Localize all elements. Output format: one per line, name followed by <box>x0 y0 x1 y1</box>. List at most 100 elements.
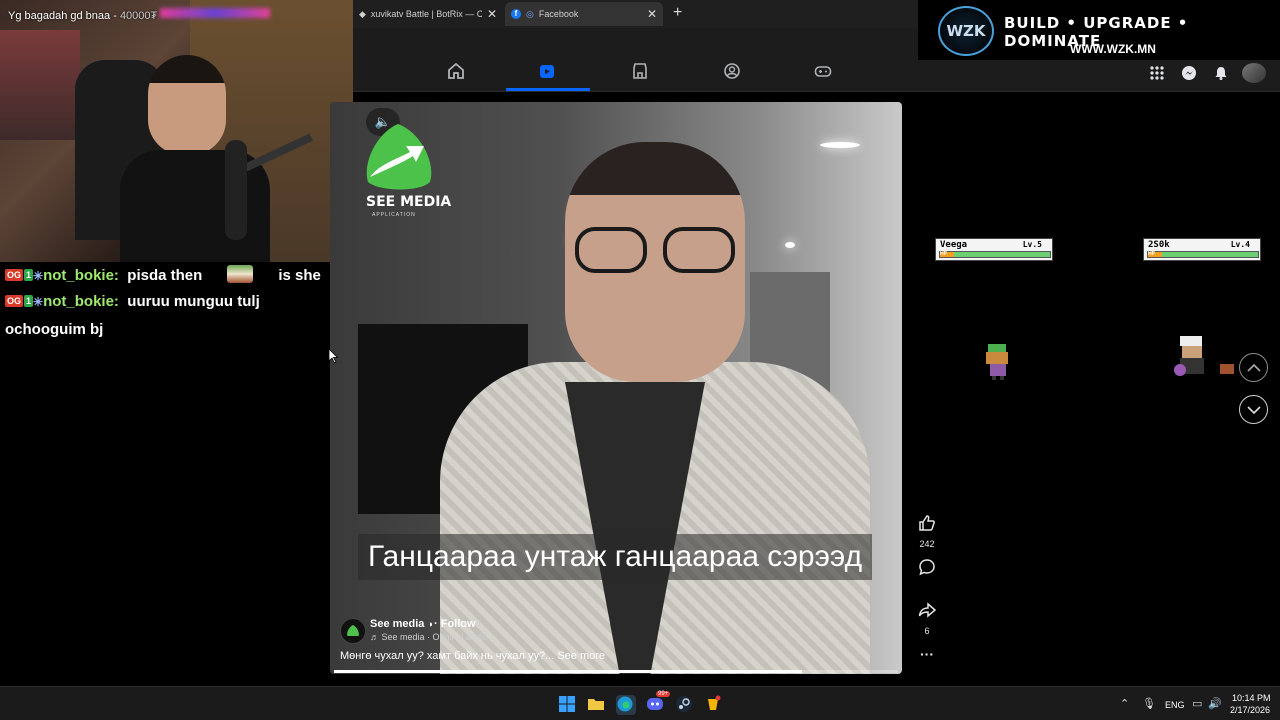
volume-icon[interactable]: 🔊 <box>1208 697 1222 710</box>
banner-url: WWW.WZK.MN <box>1070 42 1156 56</box>
og-badge: OG <box>5 295 24 307</box>
star-icon: ✳ <box>33 295 44 309</box>
home-icon[interactable] <box>445 60 467 82</box>
notifications-icon[interactable] <box>1210 62 1232 84</box>
see-more-link[interactable]: See more <box>557 650 605 662</box>
microphone-icon[interactable]: 🎙 <box>1142 697 1156 710</box>
chat-username: not_bokie: <box>43 293 119 310</box>
author-name-text: See media <box>370 618 425 630</box>
discord-badge: 99+ <box>656 691 671 697</box>
gaming-icon[interactable] <box>812 60 834 82</box>
follow-button[interactable]: · Follow <box>434 618 476 630</box>
facebook-favicon-icon: f <box>511 9 521 19</box>
hp-fill <box>954 252 1050 257</box>
hp-bar: HP <box>1147 251 1259 258</box>
previous-reel-button[interactable] <box>1239 353 1268 382</box>
sub-badge: 1 <box>24 269 34 281</box>
donation-ticker: Yg bagadah gd bnaa - 40000₮ <box>8 10 157 22</box>
webcam-poster <box>0 30 80 140</box>
man-glasses <box>575 227 740 277</box>
more-options-icon[interactable]: ··· <box>914 646 940 662</box>
author-avatar[interactable] <box>340 618 366 644</box>
windows-start-icon[interactable] <box>558 695 578 715</box>
share-count: 6 <box>924 626 930 636</box>
active-tab-indicator <box>506 88 590 91</box>
verified-globe-icon: ◑ <box>427 619 433 629</box>
reel-video[interactable]: 🔈 SEE MEDIA APPLICATION Ганцаараа унтаж … <box>330 102 902 674</box>
player-name: 2S0k <box>1148 240 1170 250</box>
clock-date[interactable]: 2/17/2026 <box>1230 705 1270 715</box>
like-count: 242 <box>919 539 935 549</box>
comment-icon <box>919 559 935 576</box>
marketplace-icon[interactable] <box>629 60 651 82</box>
discord-icon[interactable]: 99+ <box>646 691 671 715</box>
profile-icon[interactable] <box>721 60 743 82</box>
audio-link[interactable]: ♬ See media · Original audio <box>370 632 488 642</box>
video-subtitle: Ганцаараа унтаж ганцаараа сэрээд <box>358 534 873 580</box>
streamer <box>120 55 270 262</box>
burger-emote-icon <box>227 265 254 283</box>
messenger-icon[interactable] <box>1178 62 1200 84</box>
sub-badge: 1 <box>24 295 34 307</box>
chat-username: not_bokie: <box>43 267 119 284</box>
hp-label: HP <box>1148 252 1162 257</box>
file-explorer-icon[interactable] <box>587 695 607 715</box>
chat-text: uuruu munguu tulj <box>127 293 260 310</box>
app-icon[interactable] <box>704 695 724 715</box>
hp-label: HP <box>940 252 954 257</box>
player-hp-card: 2S0k Lv.4 HP <box>1143 238 1261 261</box>
like-button[interactable]: 242 <box>914 514 940 549</box>
menu-grid-icon[interactable] <box>1146 62 1168 84</box>
close-tab-icon[interactable]: ✕ <box>487 7 497 21</box>
edge-browser-icon[interactable] <box>616 695 636 715</box>
comment-button[interactable] <box>914 558 940 581</box>
network-icon[interactable]: ▭ <box>1192 697 1202 710</box>
watermark-title: SEE MEDIA <box>366 194 452 210</box>
language-indicator[interactable]: ENG <box>1165 700 1185 710</box>
see-media-logo-icon <box>360 122 436 192</box>
player-level: Lv.4 <box>1230 240 1250 249</box>
video-progress-fill <box>334 670 803 673</box>
player-name: Veega <box>940 240 968 250</box>
tab-botrix[interactable]: ◆ xuvikatv Battle | BotRix — Cloud S ✕ <box>353 2 503 26</box>
browser-tabbar: ◆ xuvikatv Battle | BotRix — Cloud S ✕ f… <box>353 0 918 28</box>
player-sprite-veega <box>980 342 1016 385</box>
close-tab-icon[interactable]: ✕ <box>647 7 657 21</box>
ceiling-light <box>820 142 860 148</box>
reels-icon[interactable] <box>536 60 558 82</box>
og-badge: OG <box>5 269 24 281</box>
show-hidden-icons-icon[interactable]: ⌃ <box>1120 697 1129 710</box>
microphone <box>225 140 247 240</box>
botrix-favicon-icon: ◆ <box>359 8 366 19</box>
hp-fill <box>1162 252 1258 257</box>
tab-title: xuvikatv Battle | BotRix — Cloud S <box>370 9 482 19</box>
author-name[interactable]: See media ◑ <box>370 618 433 630</box>
mouse-cursor-icon <box>328 348 339 364</box>
video-progress-track[interactable] <box>334 670 898 673</box>
wzk-logo: WZK <box>938 6 994 56</box>
donation-amount: 40000₮ <box>119 10 158 22</box>
share-button[interactable]: 6 <box>914 601 940 636</box>
hp-bar: HP <box>939 251 1051 258</box>
clock-time[interactable]: 10:14 PM <box>1232 693 1271 703</box>
player-sprite-2s0k <box>1170 336 1240 387</box>
streamer-head <box>148 55 226 155</box>
tab-facebook[interactable]: f ◎ Facebook ✕ <box>505 2 663 26</box>
tab-title: Facebook <box>538 9 579 19</box>
next-reel-button[interactable] <box>1239 395 1268 424</box>
reel-caption: Мөнгө чухал уу? хамт байх нь чухал уу?..… <box>340 650 605 662</box>
browser-toolbar <box>353 28 918 50</box>
new-tab-icon[interactable]: + <box>673 4 682 22</box>
webcam-feed: Yg bagadah gd bnaa - 40000₮ <box>0 0 353 262</box>
webcam-led-strip <box>160 8 270 18</box>
donation-text: Yg bagadah gd bnaa - <box>8 10 120 22</box>
player-hp-card: Veega Lv.5 HP <box>935 238 1053 261</box>
account-avatar[interactable] <box>1241 62 1267 84</box>
steam-icon[interactable] <box>675 695 695 715</box>
chat-message: OG 1 ✳not_bokie: uuruu munguu tulj <box>5 293 260 310</box>
messenger-favicon-icon: ◎ <box>526 8 534 19</box>
chat-message-continuation: ochooguim bj <box>5 321 104 338</box>
ceiling-light <box>785 242 795 248</box>
chevron-down-icon <box>1246 405 1261 414</box>
caption-text: Мөнгө чухал уу? хамт байх нь чухал уу?..… <box>340 650 555 662</box>
